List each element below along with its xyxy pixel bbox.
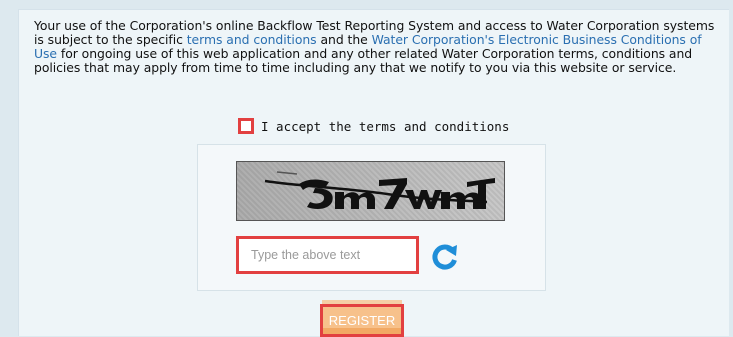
refresh-icon [432, 244, 457, 270]
terms-text-3: for ongoing use of this web application … [34, 46, 693, 75]
captcha-distorted-text [264, 171, 495, 210]
terms-text-2: and the [316, 32, 372, 47]
terms-paragraph: Your use of the Corporation's online Bac… [34, 19, 724, 75]
accept-terms-row[interactable]: I accept the terms and conditions [238, 118, 509, 134]
register-label: REGISTER [328, 313, 396, 328]
captcha-input[interactable] [236, 236, 419, 274]
accept-terms-checkbox[interactable] [238, 118, 254, 134]
accept-terms-label: I accept the terms and conditions [261, 118, 510, 134]
register-button[interactable]: REGISTER [320, 304, 404, 337]
registration-panel: Your use of the Corporation's online Bac… [18, 9, 729, 337]
captcha-refresh-button[interactable] [427, 239, 463, 273]
captcha-box [197, 144, 546, 291]
captcha-image [236, 161, 505, 221]
terms-link[interactable]: terms and conditions [187, 32, 317, 47]
